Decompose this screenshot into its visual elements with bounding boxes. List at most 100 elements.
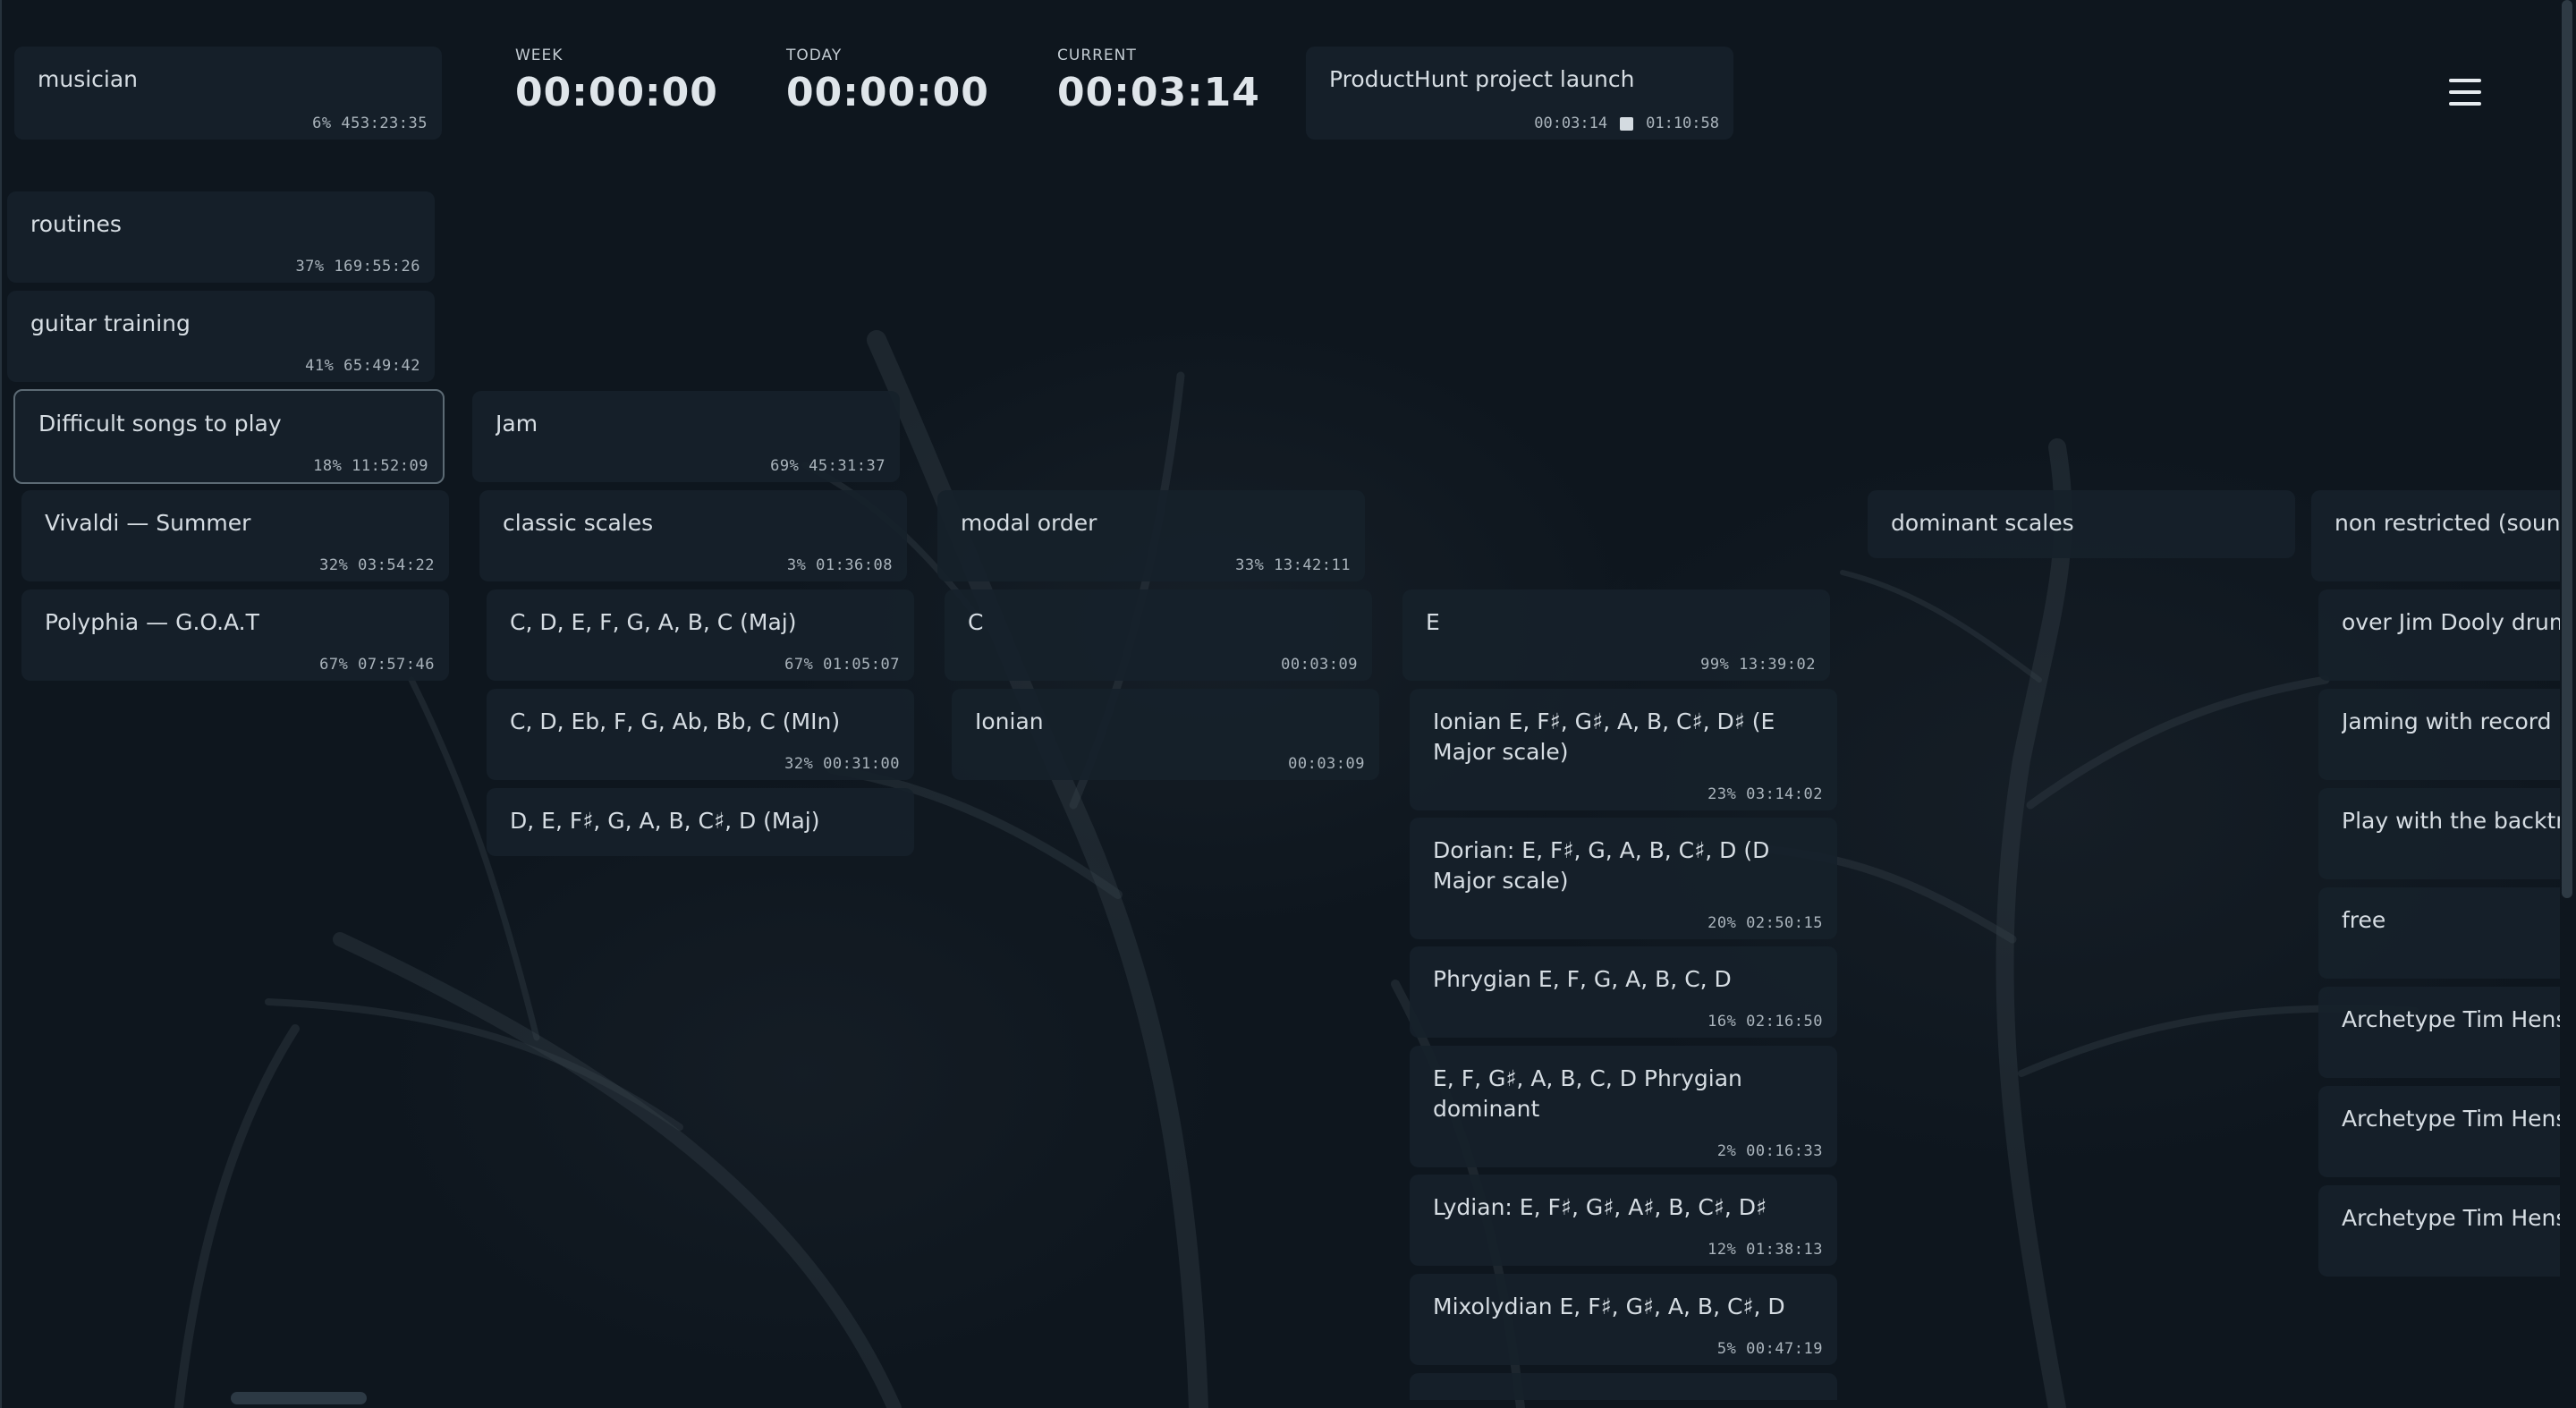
task-title: C bbox=[968, 609, 984, 635]
task-card-jim-dooly-drum[interactable]: over Jim Dooly drum bbox=[2318, 589, 2560, 681]
task-card-archetype-3[interactable]: Archetype Tim Hens bbox=[2318, 1185, 2560, 1277]
task-title: guitar training bbox=[30, 310, 191, 336]
task-card-modal-order[interactable]: modal order 33% 13:42:11 bbox=[937, 490, 1365, 581]
current-timer: CURRENT 00:03:14 bbox=[1057, 47, 1260, 115]
task-title: classic scales bbox=[503, 510, 654, 536]
current-task-total: 01:10:58 bbox=[1646, 115, 1719, 132]
task-title: non restricted (sounds bbox=[2334, 510, 2560, 536]
timer-value: 00:00:00 bbox=[786, 70, 989, 115]
task-card-phrygian-dominant[interactable]: E, F, G♯, A, B, C, D Phrygian dominant 2… bbox=[1410, 1046, 1837, 1167]
task-stats: 00:03:09 bbox=[1288, 755, 1365, 773]
task-title: routines bbox=[30, 211, 122, 237]
task-title: C, D, Eb, F, G, Ab, Bb, C (MIn) bbox=[510, 708, 841, 734]
app-canvas: musician 6% 453:23:35 WEEK 00:00:00 TODA… bbox=[0, 0, 2576, 1408]
task-card-classic-scales[interactable]: classic scales 3% 01:36:08 bbox=[479, 490, 907, 581]
hamburger-menu-icon[interactable] bbox=[2447, 77, 2483, 107]
task-title: dominant scales bbox=[1891, 510, 2074, 536]
task-title: Archetype Tim Hens bbox=[2342, 1205, 2560, 1231]
task-title: free bbox=[2342, 907, 2386, 933]
timer-label: TODAY bbox=[786, 47, 843, 64]
task-stats: 3% 01:36:08 bbox=[786, 556, 893, 574]
task-title: Jam bbox=[496, 411, 538, 437]
task-card-jam[interactable]: Jam 69% 45:31:37 bbox=[472, 391, 900, 482]
task-card-non-restricted[interactable]: non restricted (sounds bbox=[2311, 490, 2560, 581]
task-card-partial[interactable] bbox=[1410, 1373, 1837, 1400]
current-task-elapsed: 00:03:14 bbox=[1534, 115, 1608, 132]
task-stats: 12% 01:38:13 bbox=[1707, 1241, 1823, 1259]
task-stats: 37% 169:55:26 bbox=[295, 258, 420, 276]
task-title: Dorian: E, F♯, G, A, B, C♯, D (D Major s… bbox=[1433, 837, 1770, 894]
task-card-c[interactable]: C 00:03:09 bbox=[945, 589, 1372, 681]
task-stats: 69% 45:31:37 bbox=[770, 457, 886, 475]
task-title: over Jim Dooly drum bbox=[2342, 609, 2560, 635]
task-card-mixolydian[interactable]: Mixolydian E, F♯, G♯, A, B, C♯, D 5% 00:… bbox=[1410, 1274, 1837, 1365]
task-card-dorian[interactable]: Dorian: E, F♯, G, A, B, C♯, D (D Major s… bbox=[1410, 818, 1837, 939]
today-timer: TODAY 00:00:00 bbox=[786, 47, 989, 115]
stop-icon[interactable] bbox=[1620, 116, 1634, 131]
task-stats: 20% 02:50:15 bbox=[1707, 914, 1823, 932]
task-stats: 6% 453:23:35 bbox=[312, 115, 428, 132]
task-stats: 32% 03:54:22 bbox=[319, 556, 435, 574]
task-card-c-minor[interactable]: C, D, Eb, F, G, Ab, Bb, C (MIn) 32% 00:3… bbox=[487, 689, 914, 780]
task-card-archetype-1[interactable]: Archetype Tim Hens bbox=[2318, 987, 2560, 1078]
task-card-phrygian[interactable]: Phrygian E, F, G, A, B, C, D 16% 02:16:5… bbox=[1410, 946, 1837, 1038]
task-card-dominant-scales[interactable]: dominant scales bbox=[1868, 490, 2295, 558]
root-task-card[interactable]: musician 6% 453:23:35 bbox=[14, 47, 442, 140]
task-card-difficult-songs[interactable]: Difficult songs to play 18% 11:52:09 bbox=[13, 389, 445, 484]
task-card-ionian-e[interactable]: Ionian E, F♯, G♯, A, B, C♯, D♯ (E Major … bbox=[1410, 689, 1837, 810]
task-card-free[interactable]: free bbox=[2318, 887, 2560, 979]
task-stats: 5% 00:47:19 bbox=[1716, 1340, 1823, 1358]
task-stats: 41% 65:49:42 bbox=[305, 357, 420, 375]
current-task-title: ProductHunt project launch bbox=[1329, 66, 1635, 92]
task-title: Phrygian E, F, G, A, B, C, D bbox=[1433, 966, 1732, 992]
task-card-guitar-training[interactable]: guitar training 41% 65:49:42 bbox=[7, 291, 435, 382]
task-card-vivaldi-summer[interactable]: Vivaldi — Summer 32% 03:54:22 bbox=[21, 490, 449, 581]
task-title: modal order bbox=[961, 510, 1097, 536]
task-title: E bbox=[1426, 609, 1440, 635]
task-title: Mixolydian E, F♯, G♯, A, B, C♯, D bbox=[1433, 1293, 1785, 1319]
task-title: D, E, F♯, G, A, B, C♯, D (Maj) bbox=[510, 808, 820, 834]
task-stats: 16% 02:16:50 bbox=[1707, 1013, 1823, 1031]
task-card-d-major[interactable]: D, E, F♯, G, A, B, C♯, D (Maj) bbox=[487, 788, 914, 856]
task-title: Ionian E, F♯, G♯, A, B, C♯, D♯ (E Major … bbox=[1433, 708, 1775, 765]
task-title: Archetype Tim Hens bbox=[2342, 1106, 2560, 1132]
task-stats: 67% 01:05:07 bbox=[784, 656, 900, 674]
task-stats: 32% 00:31:00 bbox=[784, 755, 900, 773]
task-card-ionian[interactable]: Ionian 00:03:09 bbox=[952, 689, 1379, 780]
current-task-card[interactable]: ProductHunt project launch 00:03:14 01:1… bbox=[1306, 47, 1733, 140]
task-stats: 23% 03:14:02 bbox=[1707, 785, 1823, 803]
vertical-scrollbar-thumb[interactable] bbox=[2562, 0, 2572, 898]
task-card-polyphia-goat[interactable]: Polyphia — G.O.A.T 67% 07:57:46 bbox=[21, 589, 449, 681]
timer-value: 00:00:00 bbox=[515, 70, 718, 115]
task-title: Jaming with record bbox=[2342, 708, 2552, 734]
task-stats: 67% 07:57:46 bbox=[319, 656, 435, 674]
task-card-archetype-2[interactable]: Archetype Tim Hens bbox=[2318, 1086, 2560, 1177]
task-title: Polyphia — G.O.A.T bbox=[45, 609, 259, 635]
timer-value: 00:03:14 bbox=[1057, 70, 1260, 115]
task-stats: 99% 13:39:02 bbox=[1700, 656, 1816, 674]
task-stats: 18% 11:52:09 bbox=[313, 457, 428, 475]
window-left-border bbox=[0, 0, 2, 1408]
task-card-play-with-backtrack[interactable]: Play with the backtra bbox=[2318, 788, 2560, 879]
task-stats: 2% 00:16:33 bbox=[1716, 1142, 1823, 1160]
task-title: E, F, G♯, A, B, C, D Phrygian dominant bbox=[1433, 1065, 1742, 1122]
task-title: C, D, E, F, G, A, B, C (Maj) bbox=[510, 609, 797, 635]
task-stats: 33% 13:42:11 bbox=[1235, 556, 1351, 574]
timer-label: WEEK bbox=[515, 47, 564, 64]
task-title: Ionian bbox=[975, 708, 1044, 734]
task-title: Difficult songs to play bbox=[38, 411, 282, 437]
current-task-stats: 00:03:14 01:10:58 bbox=[1534, 115, 1719, 132]
task-card-lydian[interactable]: Lydian: E, F♯, G♯, A♯, B, C♯, D♯ 12% 01:… bbox=[1410, 1175, 1837, 1266]
task-card-e[interactable]: E 99% 13:39:02 bbox=[1402, 589, 1830, 681]
task-title: Play with the backtra bbox=[2342, 808, 2560, 834]
timer-label: CURRENT bbox=[1057, 47, 1137, 64]
horizontal-scrollbar-thumb[interactable] bbox=[231, 1392, 367, 1404]
task-title: Lydian: E, F♯, G♯, A♯, B, C♯, D♯ bbox=[1433, 1194, 1767, 1220]
task-title: musician bbox=[38, 66, 139, 92]
week-timer: WEEK 00:00:00 bbox=[515, 47, 718, 115]
task-card-jaming-with-record[interactable]: Jaming with record bbox=[2318, 689, 2560, 780]
task-title: Archetype Tim Hens bbox=[2342, 1006, 2560, 1032]
task-card-c-major[interactable]: C, D, E, F, G, A, B, C (Maj) 67% 01:05:0… bbox=[487, 589, 914, 681]
task-title: Vivaldi — Summer bbox=[45, 510, 251, 536]
task-card-routines[interactable]: routines 37% 169:55:26 bbox=[7, 191, 435, 283]
